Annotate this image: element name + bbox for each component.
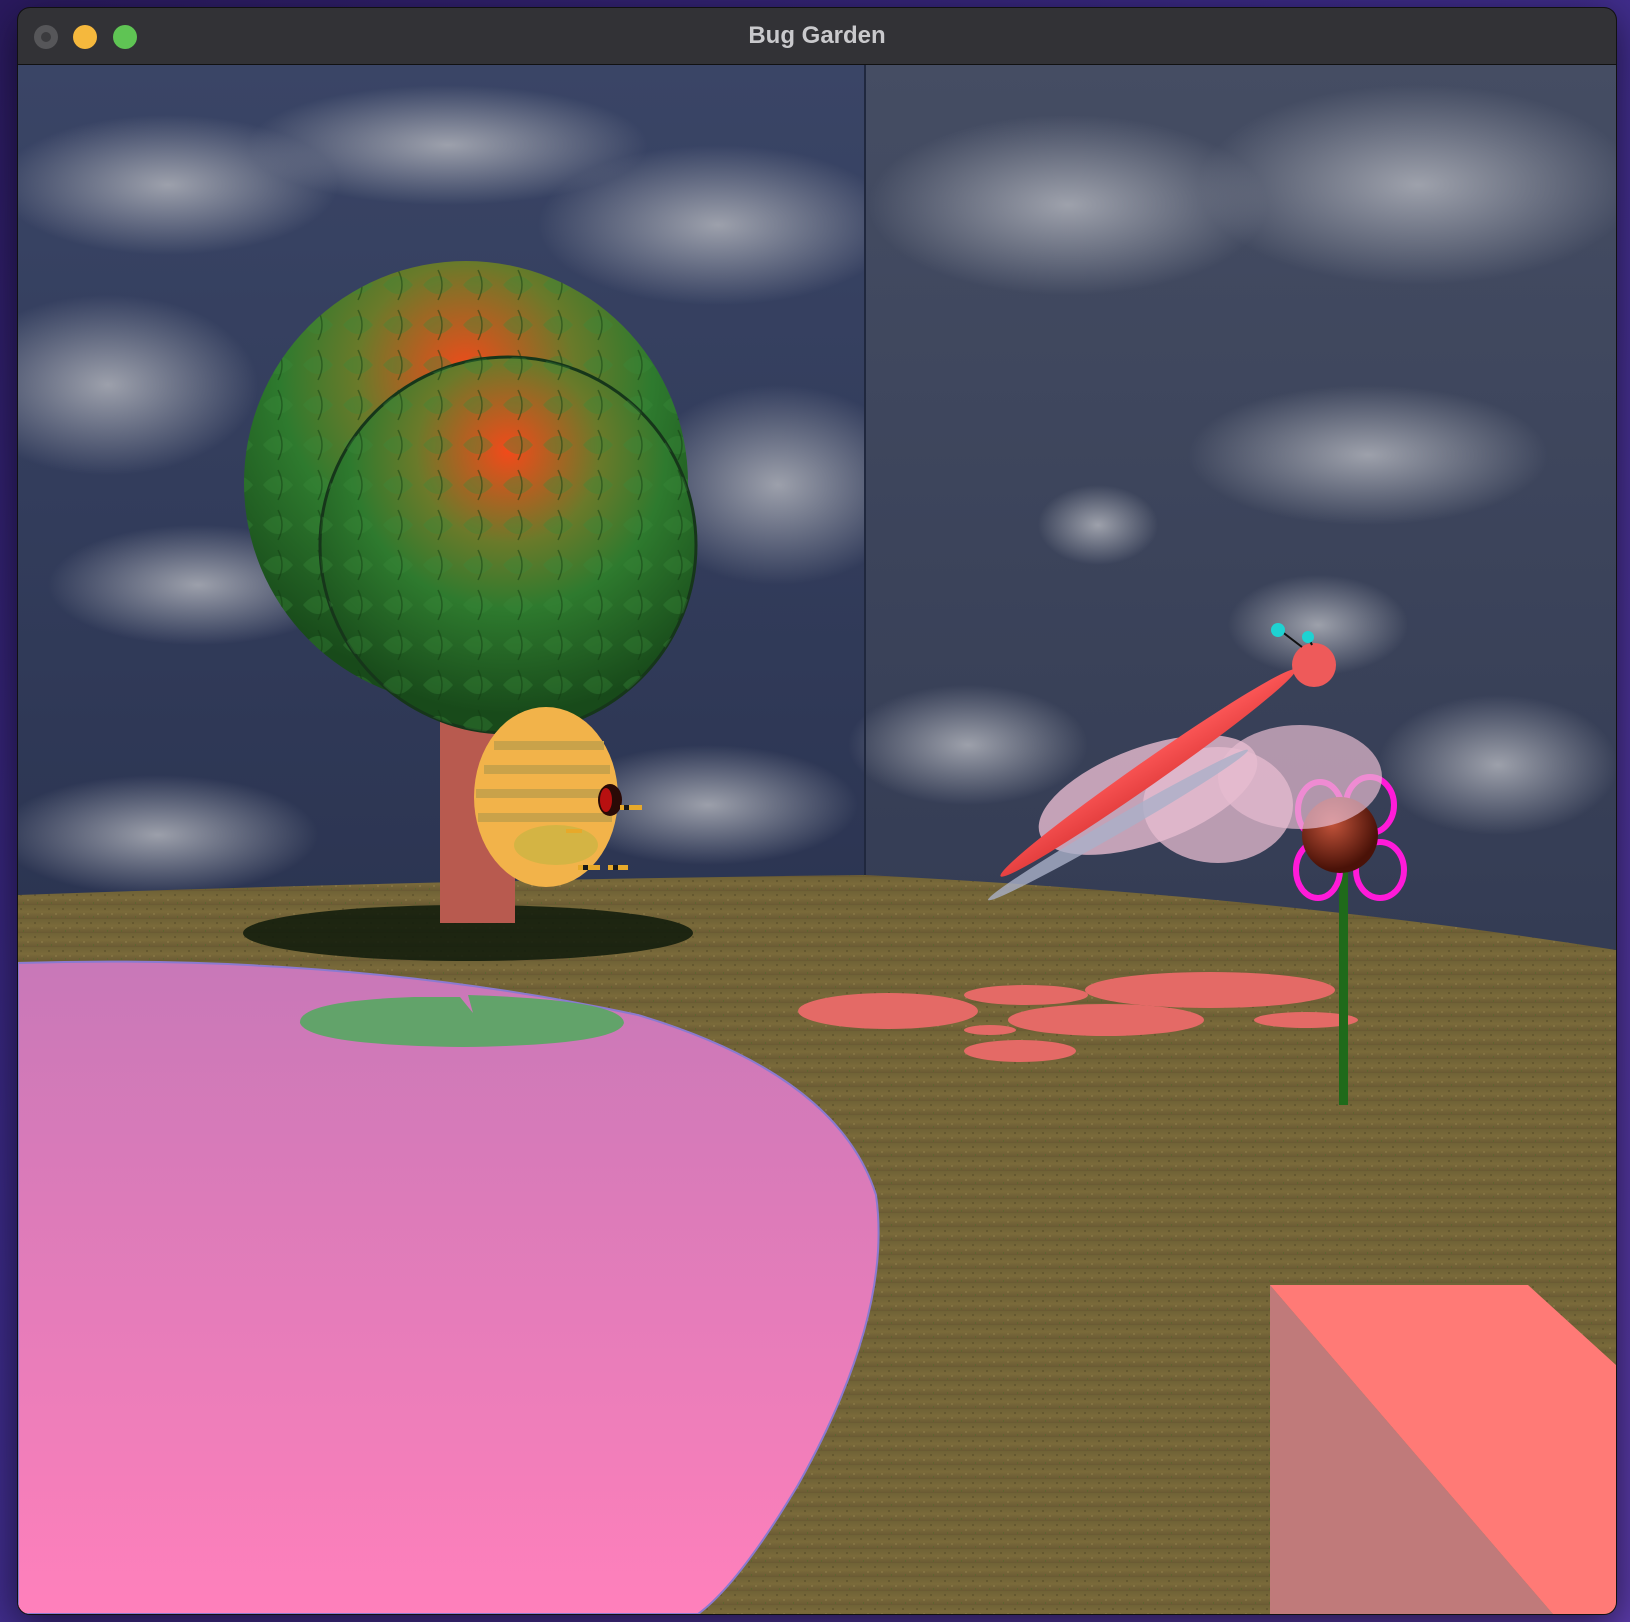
pond[interactable] <box>18 960 880 1614</box>
scene-viewport[interactable] <box>18 65 1616 1614</box>
window-title: Bug Garden <box>748 22 886 49</box>
pink-cube[interactable] <box>1270 1285 1616 1614</box>
scene-canvas[interactable] <box>18 65 1616 1614</box>
app-window: Bug Garden <box>18 8 1616 1614</box>
title-bar[interactable]: Bug Garden <box>18 8 1616 65</box>
